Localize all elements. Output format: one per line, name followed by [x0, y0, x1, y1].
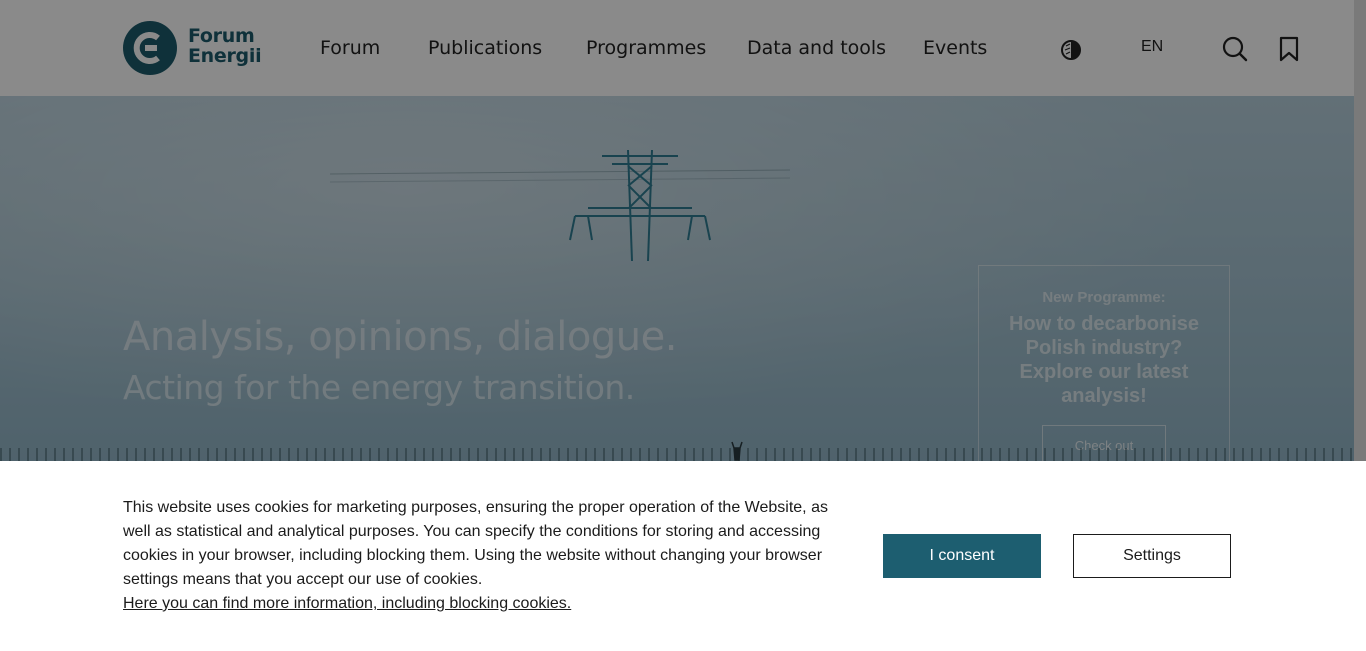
scrollbar[interactable] [1354, 0, 1366, 461]
modal-overlay [0, 0, 1354, 461]
cookie-info-link[interactable]: Here you can find more information, incl… [123, 592, 571, 616]
settings-button[interactable]: Settings [1073, 534, 1231, 578]
cookie-message: This website uses cookies for marketing … [123, 499, 828, 588]
cookie-banner: This website uses cookies for marketing … [0, 461, 1366, 651]
consent-button[interactable]: I consent [883, 534, 1041, 578]
